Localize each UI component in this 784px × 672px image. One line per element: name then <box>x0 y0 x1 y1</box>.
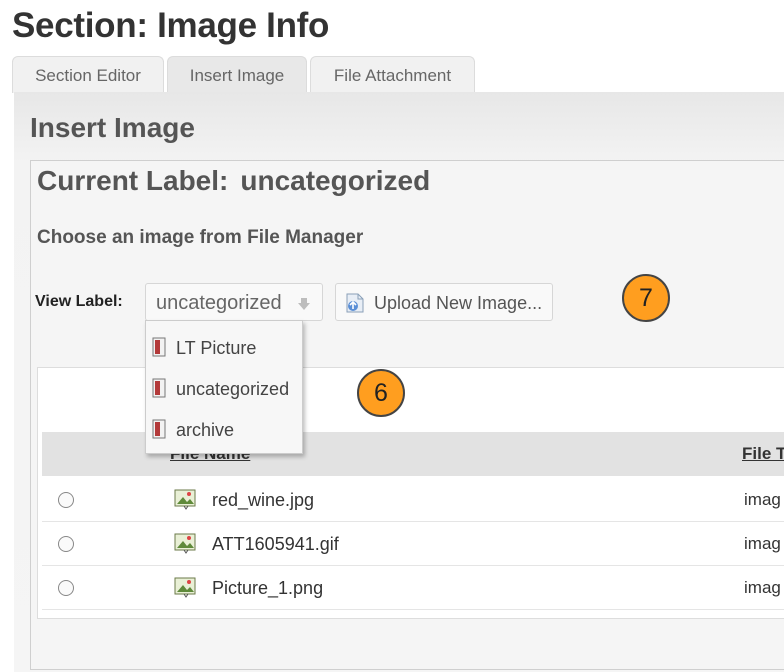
dropdown-option-uncategorized[interactable]: uncategorized <box>152 374 298 404</box>
select-radio[interactable] <box>58 580 74 596</box>
choose-image-heading: Choose an image from File Manager <box>37 227 364 248</box>
current-label-value: uncategorized <box>240 165 431 196</box>
label-dropdown-menu: LT Picture uncategorized archive <box>145 320 303 454</box>
upload-button-label: Upload New Image... <box>374 293 543 313</box>
label-tag-icon <box>152 378 166 398</box>
select-radio[interactable] <box>58 492 74 508</box>
table-row: Picture_1.png imag <box>42 566 784 610</box>
tab-file-attachment[interactable]: File Attachment <box>310 56 475 93</box>
image-file-icon <box>174 533 196 554</box>
view-label-select[interactable]: uncategorized <box>145 283 323 321</box>
file-type: imag <box>744 578 781 597</box>
file-name: ATT1605941.gif <box>212 534 339 554</box>
panel-title: Insert Image <box>30 112 195 143</box>
tab-insert-image[interactable]: Insert Image <box>167 56 307 93</box>
image-file-icon <box>174 489 196 510</box>
table-row: ATT1605941.gif imag <box>42 522 784 566</box>
current-label: Current Label: uncategorized <box>37 165 430 197</box>
callout-badge-7: 7 <box>622 274 670 322</box>
view-label-caption: View Label: <box>35 293 123 310</box>
chevron-down-icon <box>298 298 310 310</box>
callout-badge-6: 6 <box>357 369 405 417</box>
file-name: Picture_1.png <box>212 578 324 598</box>
upload-new-image-button[interactable]: Upload New Image... <box>335 283 553 321</box>
select-radio[interactable] <box>58 536 74 552</box>
label-browser: Current Label: uncategorized Choose an im… <box>30 160 784 670</box>
table-row: red_wine.jpg imag <box>42 478 784 522</box>
file-type: imag <box>744 490 781 509</box>
current-label-prefix: Current Label: <box>37 165 229 196</box>
label-tag-icon <box>152 337 166 357</box>
label-tag-icon <box>152 419 166 439</box>
column-header-file-type[interactable]: File T <box>742 444 784 464</box>
view-label-selected: uncategorized <box>156 292 282 314</box>
file-type: imag <box>744 534 781 553</box>
dropdown-option-label: uncategorized <box>176 379 290 399</box>
dropdown-option-archive[interactable]: archive <box>152 415 298 445</box>
upload-icon <box>346 293 364 313</box>
file-name: red_wine.jpg <box>212 490 315 510</box>
page-title: Section: Image Info <box>12 6 330 45</box>
tab-section-editor[interactable]: Section Editor <box>12 56 164 93</box>
image-file-icon <box>174 577 196 598</box>
dropdown-option-label: archive <box>176 420 235 440</box>
dropdown-option-label: LT Picture <box>176 338 257 358</box>
dropdown-option-lt-picture[interactable]: LT Picture <box>152 333 298 363</box>
